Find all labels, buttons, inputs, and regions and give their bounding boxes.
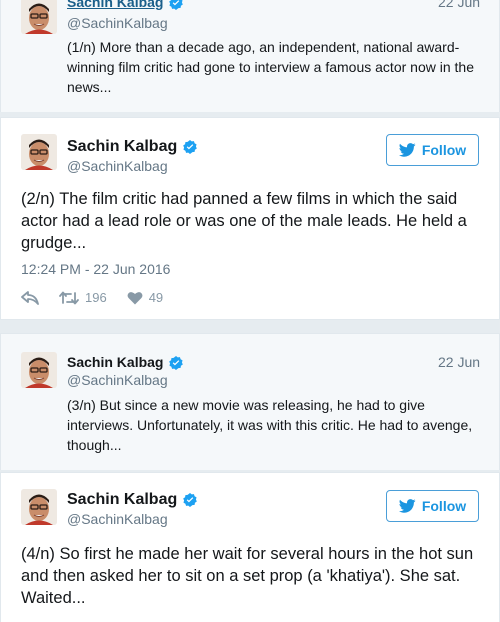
follow-button[interactable]: Follow xyxy=(386,134,479,166)
author-name[interactable]: Sachin Kalbag xyxy=(67,0,163,10)
author-handle[interactable]: @SachinKalbag xyxy=(67,511,168,527)
follow-label: Follow xyxy=(421,142,467,158)
tweet-text: (4/n) So first he made her wait for seve… xyxy=(21,545,474,607)
verified-badge-icon xyxy=(182,139,198,155)
like-button[interactable]: 49 xyxy=(127,290,163,305)
tweet-card-4[interactable]: Sachin Kalbag @SachinKalbag Follow (4/n)… xyxy=(0,472,500,622)
profile-photo xyxy=(21,0,57,34)
tweet-text: (2/n) The film critic had panned a few f… xyxy=(21,190,467,252)
avatar[interactable] xyxy=(21,352,57,388)
verified-badge-icon xyxy=(182,492,198,508)
follow-button[interactable]: Follow xyxy=(386,490,479,522)
follow-label: Follow xyxy=(421,498,467,514)
profile-photo xyxy=(21,489,57,525)
tweet-date[interactable]: 22 Jun xyxy=(438,0,480,10)
avatar[interactable] xyxy=(21,134,57,170)
author-handle[interactable]: @SachinKalbag xyxy=(67,15,168,31)
like-count: 49 xyxy=(148,290,164,305)
retweet-button[interactable]: 196 xyxy=(59,290,107,305)
retweet-icon xyxy=(59,291,79,304)
author-name[interactable]: Sachin Kalbag xyxy=(67,138,177,156)
tweet-card-3[interactable]: Sachin Kalbag 22 Jun @SachinKalbag (3/n)… xyxy=(0,333,500,470)
tweet-date[interactable]: 22 Jun xyxy=(438,354,480,370)
retweet-count: 196 xyxy=(85,290,107,305)
reply-icon xyxy=(21,290,39,305)
author-name[interactable]: Sachin Kalbag xyxy=(67,491,177,509)
author-name[interactable]: Sachin Kalbag xyxy=(67,354,163,370)
bird-icon xyxy=(398,143,416,157)
verified-badge-icon xyxy=(168,0,184,11)
profile-photo xyxy=(21,134,57,170)
bird-icon xyxy=(398,499,416,513)
author-handle[interactable]: @SachinKalbag xyxy=(67,372,168,388)
tweet-text: (3/n) But since a new movie was releasin… xyxy=(67,397,473,453)
verified-badge-icon xyxy=(168,355,184,371)
tweet-card-1[interactable]: Sachin Kalbag 22 Jun @SachinKalbag (1/n)… xyxy=(0,0,500,112)
tweet-text: (1/n) More than a decade ago, an indepen… xyxy=(67,39,474,95)
heart-icon xyxy=(127,291,143,304)
reply-button[interactable] xyxy=(21,290,39,305)
profile-photo xyxy=(21,352,57,388)
tweet-timestamp[interactable]: 12:24 PM - 22 Jun 2016 xyxy=(21,261,170,277)
author-handle[interactable]: @SachinKalbag xyxy=(67,158,168,174)
avatar[interactable] xyxy=(21,0,57,34)
tweet-card-2[interactable]: Sachin Kalbag @SachinKalbag Follow (2/n)… xyxy=(0,117,500,320)
tweet-actions: 196 49 xyxy=(21,290,183,305)
avatar[interactable] xyxy=(21,489,57,525)
